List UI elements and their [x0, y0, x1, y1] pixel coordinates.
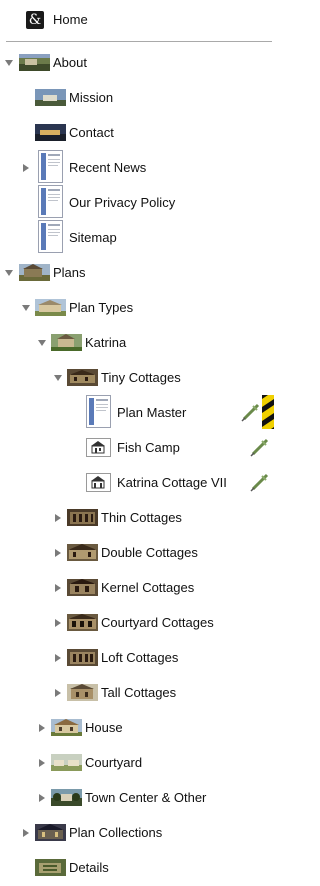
disclosure-triangle-collapsed-icon[interactable]	[21, 828, 31, 838]
tree-item-label: Fish Camp	[117, 440, 180, 455]
disclosure-triangle-expanded-icon[interactable]	[21, 303, 31, 313]
photo-thumbnail-icon	[35, 859, 66, 876]
disclosure-triangle-collapsed-icon[interactable]	[53, 548, 63, 558]
tree-item-courtyard-cottages[interactable]: Courtyard Cottages	[0, 605, 280, 640]
tree-item-contact[interactable]: Contact	[0, 115, 280, 150]
tree-item-label: Courtyard	[85, 755, 143, 770]
photo-thumbnail-icon	[51, 754, 82, 771]
tree-item-label: Thin Cottages	[101, 510, 182, 525]
tree-item-label: Mission	[69, 90, 114, 105]
photo-thumbnail-icon	[67, 649, 98, 666]
tree-item-label: About	[53, 55, 87, 70]
divider	[6, 41, 272, 42]
hazard-stripe-marker	[262, 391, 274, 435]
tree-item-label: Sitemap	[69, 230, 117, 245]
ampersand-icon: &	[26, 11, 44, 29]
disclosure-triangle-collapsed-icon[interactable]	[37, 723, 47, 733]
tree-item-label: Katrina	[85, 335, 127, 350]
tree-item-label: Loft Cottages	[101, 650, 179, 665]
photo-thumbnail-icon	[67, 684, 98, 701]
tree-item-tiny-cottages[interactable]: Tiny Cottages	[0, 360, 280, 395]
tree-item-details[interactable]: Details	[0, 850, 280, 885]
document-icon	[38, 185, 63, 218]
tree-item-plan-master[interactable]: Plan Master	[0, 391, 280, 435]
tree-item-courtyard[interactable]: Courtyard	[0, 745, 280, 780]
photo-thumbnail-icon	[67, 509, 98, 526]
tree-item-katrina-cottage-vii[interactable]: Katrina Cottage VII	[0, 465, 280, 500]
disclosure-triangle-collapsed-icon[interactable]	[37, 793, 47, 803]
tree-item-label: Details	[69, 860, 109, 875]
tree-item-recent-news[interactable]: Recent News	[0, 150, 280, 185]
tree-item-label: Double Cottages	[101, 545, 198, 560]
disclosure-triangle-collapsed-icon[interactable]	[53, 513, 63, 523]
tree-item-label: Contact	[69, 125, 114, 140]
tree-item-thin-cottages[interactable]: Thin Cottages	[0, 500, 280, 535]
tree-item-plans[interactable]: Plans	[0, 255, 280, 290]
photo-thumbnail-icon	[35, 824, 66, 841]
house-icon	[86, 438, 111, 457]
tree-item-kernel-cottages[interactable]: Kernel Cottages	[0, 570, 280, 605]
tree-item-label: Plan Master	[117, 405, 187, 420]
tree-item-sitemap[interactable]: Sitemap	[0, 220, 280, 255]
document-icon	[86, 395, 111, 428]
photo-thumbnail-icon	[67, 369, 98, 386]
tree-item-label: Tiny Cottages	[101, 370, 181, 385]
photo-thumbnail-icon	[67, 614, 98, 631]
photo-thumbnail-icon	[67, 579, 98, 596]
photo-thumbnail-icon	[51, 719, 82, 736]
tree-item-label: Plans	[53, 265, 86, 280]
disclosure-triangle-collapsed-icon[interactable]	[53, 583, 63, 593]
tree-item-label: Our Privacy Policy	[69, 195, 176, 210]
tree-item-label: Tall Cottages	[101, 685, 177, 700]
tree-item-double-cottages[interactable]: Double Cottages	[0, 535, 280, 570]
home-label: Home	[53, 12, 88, 27]
tree-item-loft-cottages[interactable]: Loft Cottages	[0, 640, 280, 675]
photo-thumbnail-icon	[35, 299, 66, 316]
photo-thumbnail-icon	[51, 789, 82, 806]
disclosure-triangle-expanded-icon[interactable]	[53, 373, 63, 383]
photo-thumbnail-icon	[35, 124, 66, 141]
photo-thumbnail-icon	[19, 264, 50, 281]
tree-item-label: Courtyard Cottages	[101, 615, 214, 630]
document-icon	[38, 150, 63, 183]
tree-item-katrina[interactable]: Katrina	[0, 325, 280, 360]
tree-item-label: Katrina Cottage VII	[117, 475, 227, 490]
tree-item-mission[interactable]: Mission	[0, 80, 280, 115]
photo-thumbnail-icon	[67, 544, 98, 561]
tree-item-label: Plan Collections	[69, 825, 163, 840]
document-icon	[38, 220, 63, 253]
house-icon	[86, 473, 111, 492]
tree-item-tall-cottages[interactable]: Tall Cottages	[0, 675, 280, 710]
syringe-icon[interactable]	[250, 472, 270, 492]
tree-item-label: Kernel Cottages	[101, 580, 195, 595]
disclosure-triangle-collapsed-icon[interactable]	[53, 688, 63, 698]
disclosure-triangle-collapsed-icon[interactable]	[21, 163, 31, 173]
tree-item-label: Town Center & Other	[85, 790, 207, 805]
photo-thumbnail-icon	[35, 89, 66, 106]
home-item[interactable]: & Home	[0, 2, 280, 37]
disclosure-triangle-collapsed-icon[interactable]	[53, 618, 63, 628]
photo-thumbnail-icon	[19, 54, 50, 71]
tree-item-plan-collections[interactable]: Plan Collections	[0, 815, 280, 850]
syringe-icon[interactable]	[241, 402, 261, 422]
disclosure-triangle-expanded-icon[interactable]	[4, 58, 14, 68]
tree-item-plan-types[interactable]: Plan Types	[0, 290, 280, 325]
tree-item-house[interactable]: House	[0, 710, 280, 745]
disclosure-triangle-collapsed-icon[interactable]	[37, 758, 47, 768]
tree-item-label: Recent News	[69, 160, 147, 175]
tree-item-fish-camp[interactable]: Fish Camp	[0, 430, 280, 465]
tree-item-label: House	[85, 720, 123, 735]
tree-item-label: Plan Types	[69, 300, 134, 315]
disclosure-triangle-collapsed-icon[interactable]	[53, 653, 63, 663]
disclosure-triangle-expanded-icon[interactable]	[37, 338, 47, 348]
tree-item-privacy-policy[interactable]: Our Privacy Policy	[0, 185, 280, 220]
tree-item-town-center[interactable]: Town Center & Other	[0, 780, 280, 815]
syringe-icon[interactable]	[250, 437, 270, 457]
tree-item-about[interactable]: About	[0, 45, 280, 80]
disclosure-triangle-expanded-icon[interactable]	[4, 268, 14, 278]
photo-thumbnail-icon	[51, 334, 82, 351]
